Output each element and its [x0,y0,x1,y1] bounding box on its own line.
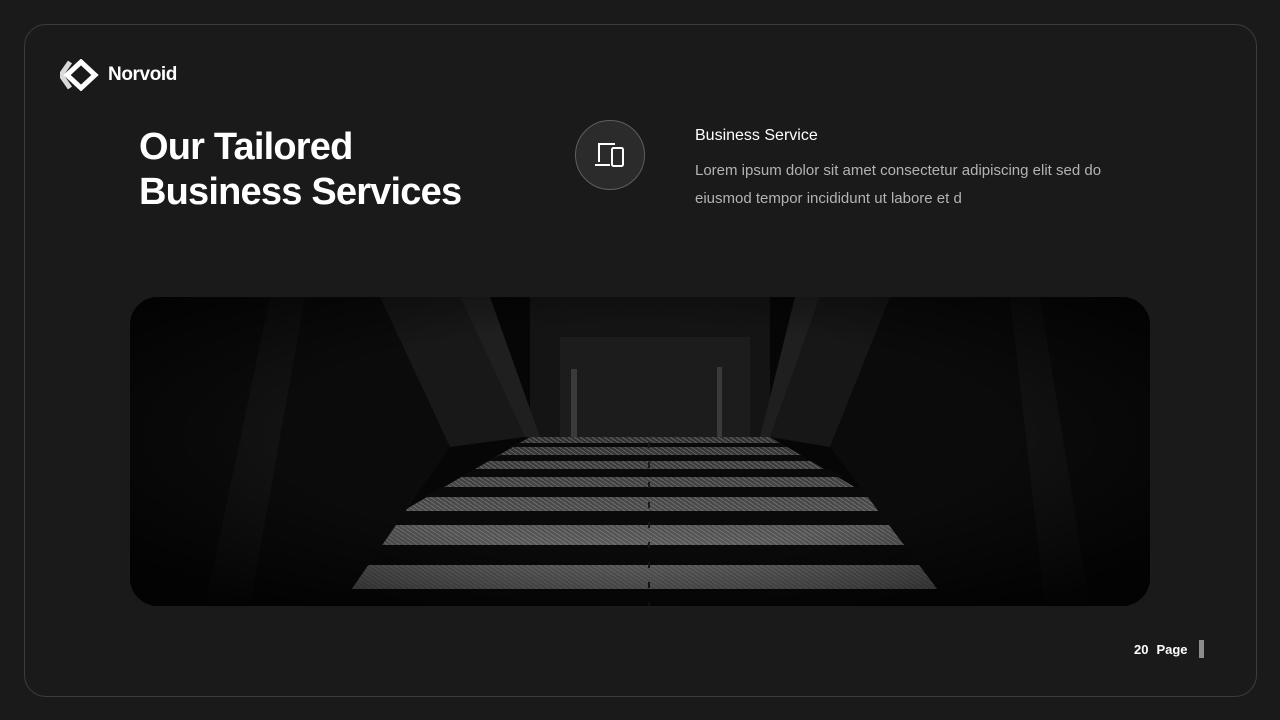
service-title: Business Service [695,127,818,144]
service-icon-badge [575,120,645,190]
service-description: Lorem ipsum dolor sit amet consectetur a… [695,162,1102,207]
page-number: 20 [1134,641,1149,657]
page-title: Our Tailored Business Services [139,125,462,215]
page-title-line-2: Business Services [139,171,462,213]
brand-name: Norvoid [108,64,177,85]
devices-icon [595,143,624,167]
page-indicator: 20 Page [1134,640,1204,658]
diamond-logo-icon [60,59,99,91]
dark-corridor-photo [130,297,1150,606]
page-label: Page [1156,641,1188,657]
brand-logo[interactable]: Norvoid [60,59,177,91]
page-bar-marker [1198,640,1204,658]
hero-image [130,297,1150,606]
page-title-line-1: Our Tailored [139,126,353,168]
